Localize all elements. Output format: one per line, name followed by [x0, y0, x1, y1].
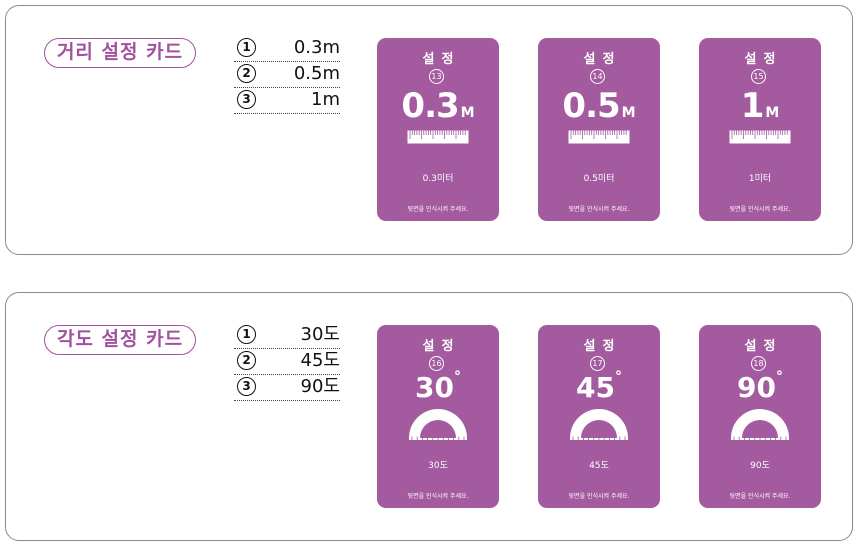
card-number-badge: 15	[751, 69, 766, 84]
card-number-badge: 13	[429, 69, 444, 84]
list-item: 1 0.3m	[234, 36, 340, 62]
distance-number: 1	[740, 86, 765, 126]
angle-card-title: 각도 설정 카드	[44, 325, 196, 355]
list-item: 2 0.5m	[234, 62, 340, 88]
card-title: 설정	[583, 339, 622, 354]
ruler-icon	[729, 130, 791, 144]
option-number-badge: 2	[237, 64, 256, 83]
option-value: 30도	[300, 324, 340, 345]
option-number-badge: 2	[237, 351, 256, 370]
angle-number: 90	[737, 371, 776, 404]
card-title: 설정	[422, 52, 461, 67]
card-title: 설정	[422, 339, 461, 354]
card-hint: 뒷면을 인식시켜 주세요.	[568, 206, 630, 213]
option-value: 0.3m	[293, 37, 340, 58]
degree-symbol: °	[614, 369, 622, 385]
ruler-icon	[407, 130, 469, 144]
option-number-badge: 1	[237, 325, 256, 344]
distance-card-title: 거리 설정 카드	[44, 38, 196, 68]
card-hint: 뒷면을 인식시켜 주세요.	[568, 493, 630, 500]
distance-unit: M	[765, 105, 780, 121]
card-angle-value: 45°	[538, 369, 660, 409]
card-hint: 뒷면을 인식시켜 주세요.	[407, 493, 469, 500]
card-hint: 뒷면을 인식시켜 주세요.	[729, 493, 791, 500]
card-label: 30도	[428, 461, 448, 471]
angle-setting-card: 설정 18 90° 90도 뒷면을 인식시켜 주세요.	[699, 325, 821, 508]
list-item: 1 30도	[234, 323, 340, 349]
card-number-badge: 17	[590, 356, 605, 371]
protractor-icon	[570, 409, 628, 440]
option-value: 90도	[300, 376, 340, 397]
protractor-icon	[731, 409, 789, 440]
card-label: 45도	[589, 461, 609, 471]
card-number-badge: 16	[429, 356, 444, 371]
card-label: 1미터	[748, 174, 772, 184]
card-title: 설정	[744, 52, 783, 67]
protractor-icon	[409, 409, 467, 440]
ruler-icon	[568, 130, 630, 144]
option-value: 0.5m	[293, 63, 340, 84]
card-angle-value: 90°	[699, 369, 821, 409]
degree-symbol: °	[775, 369, 783, 385]
distance-unit: M	[621, 105, 636, 121]
angle-number: 30	[415, 371, 454, 404]
distance-setting-card: 설정 13 0.3 M 0.3미터 뒷면을 인식시켜 주세요.	[377, 38, 499, 221]
list-item: 3 1m	[234, 88, 340, 114]
list-item: 3 90도	[234, 375, 340, 401]
distance-number: 0.5	[562, 86, 620, 126]
card-label: 0.3미터	[422, 174, 454, 184]
card-number-badge: 14	[590, 69, 605, 84]
option-value: 45도	[300, 350, 340, 371]
list-item: 2 45도	[234, 349, 340, 375]
distance-card-panel: 거리 설정 카드 1 0.3m 2 0.5m 3 1m 설정 13 0.3 M 0…	[5, 5, 853, 255]
card-distance-value: 0.3 M	[377, 86, 499, 126]
card-label: 0.5미터	[583, 174, 615, 184]
angle-number: 45	[576, 371, 615, 404]
card-angle-value: 30°	[377, 369, 499, 409]
option-number-badge: 3	[237, 377, 256, 396]
distance-option-list: 1 0.3m 2 0.5m 3 1m	[234, 36, 340, 114]
angle-setting-card: 설정 16 30° 30도 뒷면을 인식시켜 주세요.	[377, 325, 499, 508]
option-value: 1m	[311, 89, 340, 110]
card-number-badge: 18	[751, 356, 766, 371]
card-hint: 뒷면을 인식시켜 주세요.	[729, 206, 791, 213]
card-title: 설정	[583, 52, 622, 67]
distance-number: 0.3	[401, 86, 459, 126]
card-label: 90도	[750, 461, 770, 471]
distance-setting-card: 설정 15 1M 1미터 뒷면을 인식시켜 주세요.	[699, 38, 821, 221]
degree-symbol: °	[453, 369, 461, 385]
option-number-badge: 1	[237, 38, 256, 57]
distance-setting-card: 설정 14 0.5 M 0.5미터 뒷면을 인식시켜 주세요.	[538, 38, 660, 221]
angle-setting-card: 설정 17 45° 45도 뒷면을 인식시켜 주세요.	[538, 325, 660, 508]
angle-option-list: 1 30도 2 45도 3 90도	[234, 323, 340, 401]
distance-unit: M	[460, 105, 475, 121]
card-hint: 뒷면을 인식시켜 주세요.	[407, 206, 469, 213]
card-distance-value: 0.5 M	[538, 86, 660, 126]
card-title: 설정	[744, 339, 783, 354]
option-number-badge: 3	[237, 90, 256, 109]
card-distance-value: 1M	[699, 86, 821, 126]
angle-card-panel: 각도 설정 카드 1 30도 2 45도 3 90도 설정 16 30° 30도…	[5, 292, 853, 541]
